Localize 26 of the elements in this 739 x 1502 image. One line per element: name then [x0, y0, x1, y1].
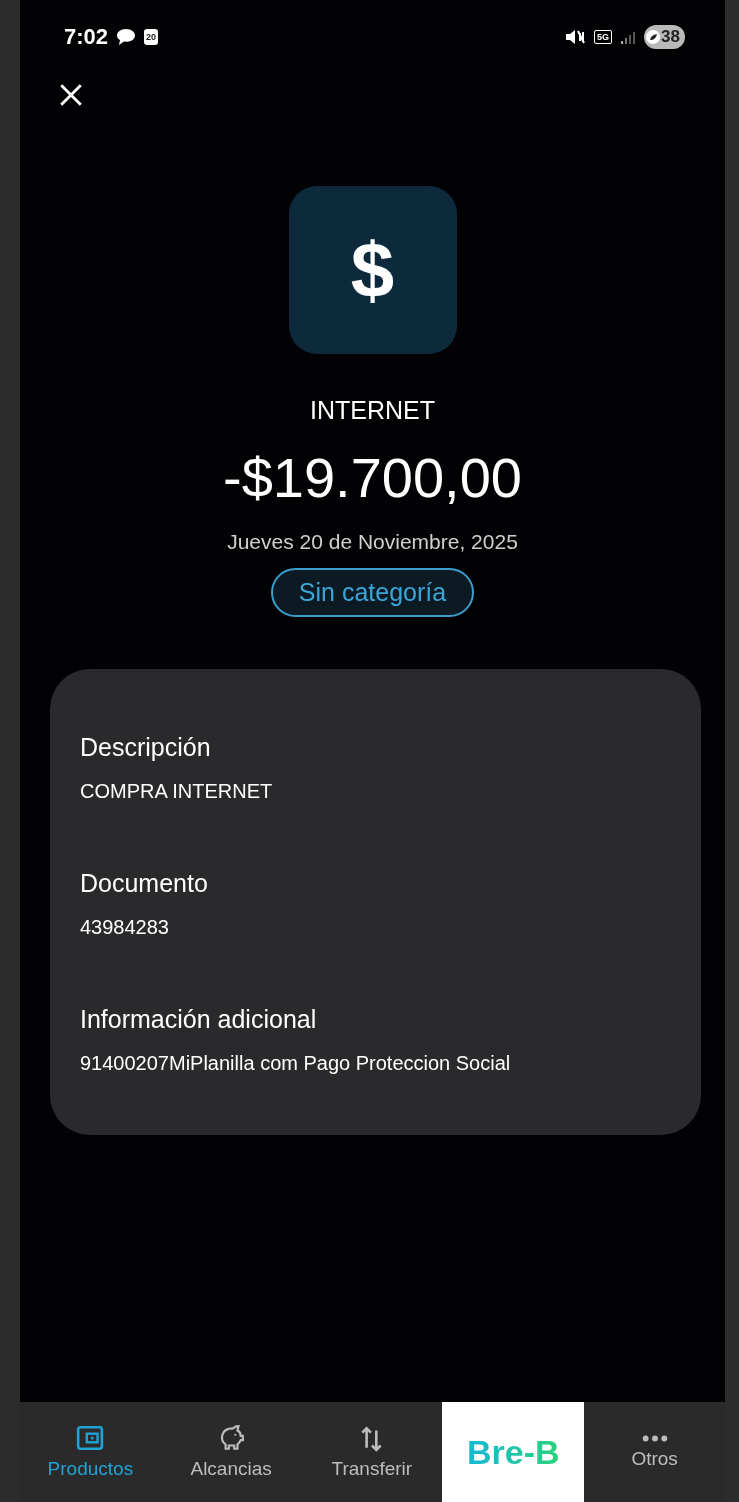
detail-label: Documento: [80, 869, 209, 898]
battery-level: 38: [661, 27, 680, 47]
transaction-date: Jueves 20 de Noviembre, 2025: [227, 530, 518, 554]
network-type: 5G: [594, 30, 613, 44]
nav-tab[interactable]: Transferir: [301, 1402, 443, 1502]
detail-value: 91400207MiPlanilla com Pago Proteccion Social: [80, 1052, 512, 1075]
calendar-day: 20: [144, 29, 159, 45]
dollar-icon: $: [288, 186, 457, 354]
detail-value: COMPRA INTERNET: [80, 780, 274, 803]
signal-icon: [620, 29, 637, 45]
detail-value: 43984283: [80, 916, 170, 939]
mute-icon: [564, 27, 587, 47]
nav-tab[interactable]: Productos: [20, 1402, 161, 1502]
chat-icon: [116, 28, 137, 46]
more-icon: [641, 1434, 668, 1442]
wallet-icon: [76, 1424, 105, 1452]
status-time: 7:02: [64, 24, 109, 50]
leaf-icon: [646, 30, 661, 44]
nav-tab[interactable]: Alcancias: [160, 1402, 302, 1502]
nav-tab[interactable]: Otros: [584, 1402, 725, 1502]
detail-label: Información adicional: [80, 1005, 318, 1034]
category-chip[interactable]: Sin categoría: [270, 568, 475, 617]
detail-label: Descripción: [80, 733, 212, 762]
close-button[interactable]: [58, 82, 84, 108]
merchant-name: INTERNET: [310, 396, 435, 425]
amount: -$19.700,00: [223, 445, 522, 510]
